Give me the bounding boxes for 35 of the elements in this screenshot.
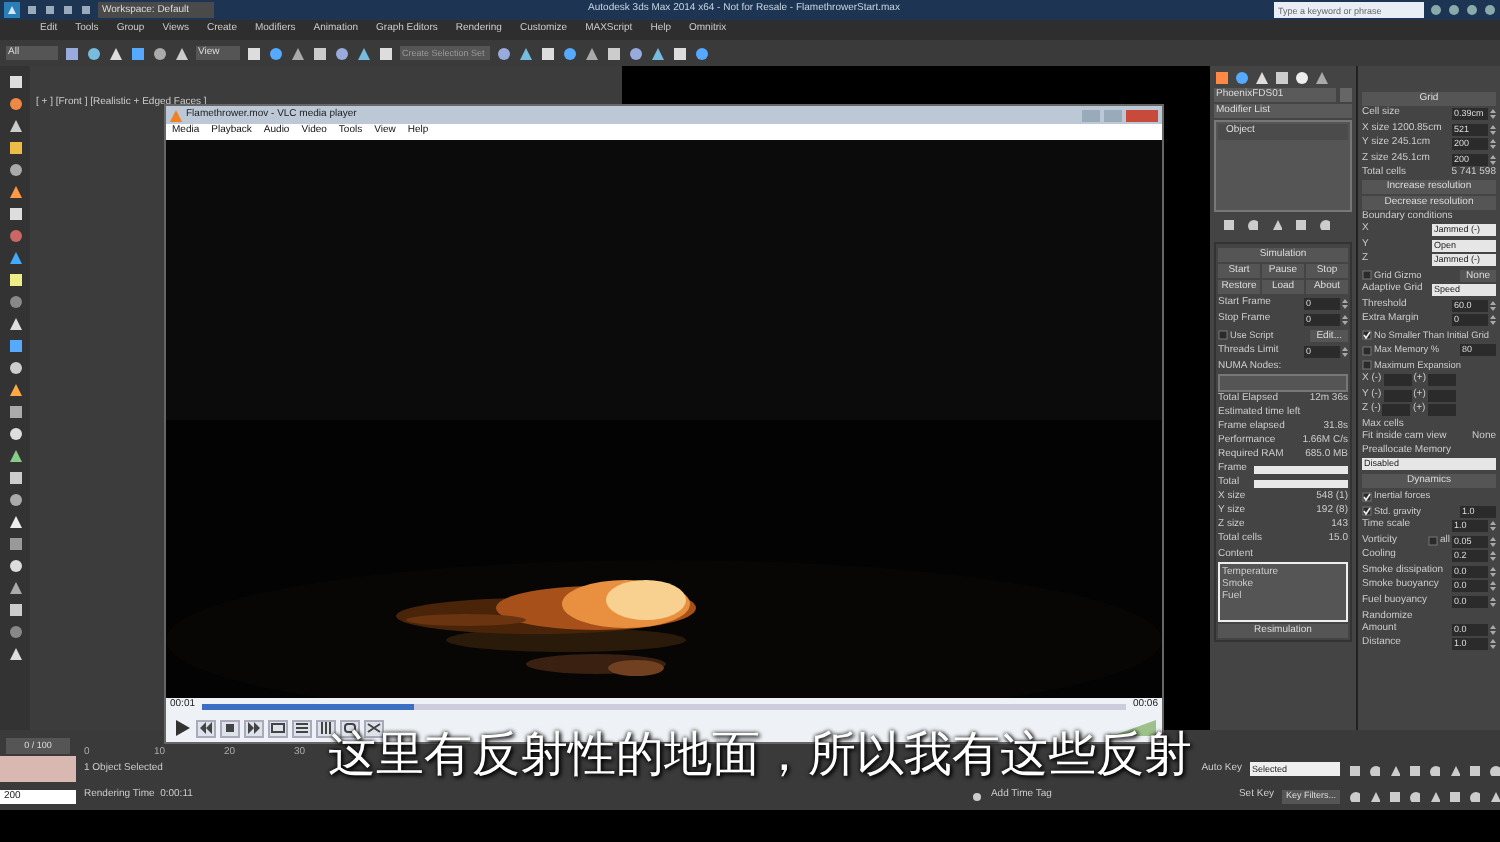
checkbox[interactable] [1362, 270, 1372, 280]
number-field[interactable] [1427, 404, 1456, 416]
stop-icon [222, 720, 238, 736]
seek-bar[interactable] [201, 703, 1127, 709]
checkbox[interactable] [1427, 536, 1438, 546]
numa-nodes-field[interactable] [1218, 374, 1348, 392]
checkbox[interactable] [1362, 360, 1372, 370]
color-swatch[interactable] [1340, 88, 1352, 102]
checkbox[interactable] [1362, 345, 1372, 355]
playlist-icon [294, 720, 310, 736]
stop-button[interactable] [220, 719, 240, 737]
readout-field [1254, 480, 1348, 488]
number-field[interactable] [1383, 389, 1412, 401]
app-logo-icon[interactable] [4, 2, 20, 18]
close-button[interactable] [1126, 109, 1158, 121]
tag-icon[interactable] [972, 791, 983, 801]
subtitle: 这里有反射性的地面，所以我有这些反射 [328, 728, 1192, 780]
number-field[interactable] [1383, 374, 1412, 386]
next-icon [246, 720, 262, 736]
playlist-button[interactable] [292, 719, 312, 737]
fullscreen-button[interactable] [268, 719, 288, 737]
number-field[interactable] [1427, 374, 1456, 386]
play-icon[interactable] [172, 718, 192, 738]
next-button[interactable] [244, 719, 264, 737]
checkbox[interactable] [1362, 491, 1372, 501]
checkbox[interactable] [1362, 506, 1372, 516]
number-field[interactable] [1382, 404, 1411, 416]
readout-field [1254, 466, 1348, 474]
checkbox[interactable] [1362, 330, 1372, 340]
checkbox[interactable] [1218, 330, 1228, 340]
number-field[interactable] [1427, 389, 1456, 401]
maxscript-listener [0, 756, 76, 782]
previous-button[interactable] [196, 719, 216, 737]
fullscreen-icon [270, 720, 286, 736]
previous-icon [198, 720, 214, 736]
